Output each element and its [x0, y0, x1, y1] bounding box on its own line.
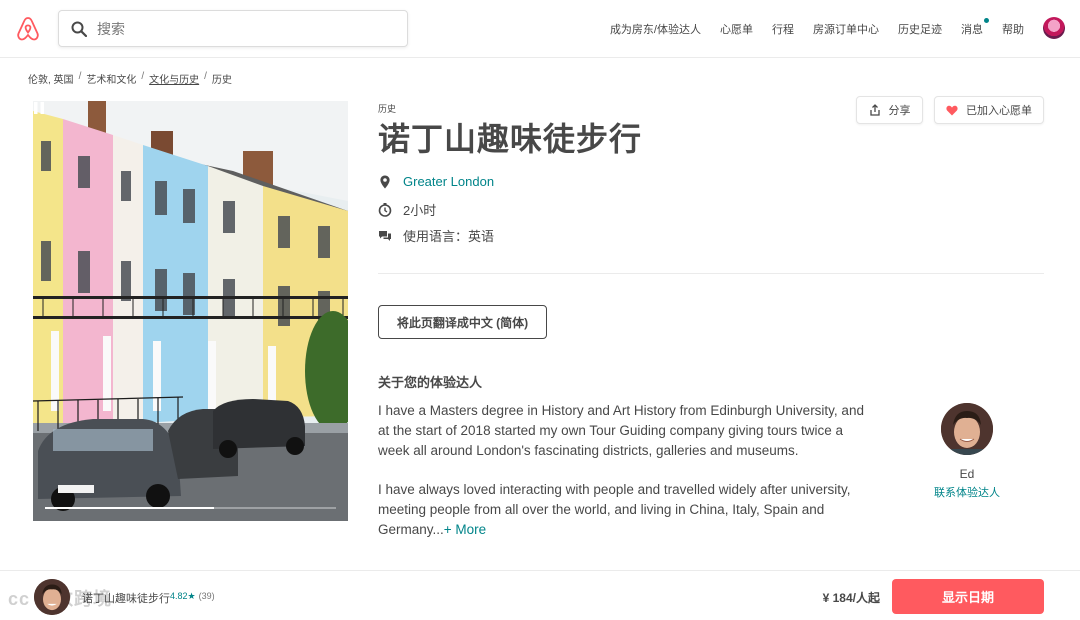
search-input[interactable]	[97, 17, 397, 41]
share-button[interactable]: 分享	[856, 96, 923, 124]
show-dates-button[interactable]: 显示日期	[892, 579, 1044, 614]
share-icon	[869, 104, 880, 116]
search-icon	[71, 21, 87, 37]
search-bar[interactable]	[58, 10, 408, 47]
location-row: Greater London	[378, 174, 494, 189]
video-progress-bar[interactable]	[45, 507, 336, 509]
breadcrumb-item[interactable]: 艺术和文化	[86, 71, 136, 86]
breadcrumb: 伦敦, 英国 / 艺术和文化 / 文化与历史 / 历史	[28, 71, 232, 86]
breadcrumb-item[interactable]: 文化与历史	[149, 71, 199, 86]
breadcrumb-item[interactable]: 伦敦, 英国	[28, 71, 74, 86]
host-bio-paragraph-2: I have always loved interacting with peo…	[378, 480, 868, 540]
airbnb-logo-icon[interactable]	[16, 16, 40, 42]
nav-trips[interactable]: 行程	[772, 21, 794, 37]
user-avatar[interactable]	[1043, 17, 1065, 39]
page-title: 诺丁山趣味徒步行	[378, 121, 643, 157]
host-avatar[interactable]	[941, 403, 993, 455]
nav-become-host[interactable]: 成为房东/体验达人	[610, 21, 701, 37]
language-row: 使用语言：英语	[378, 226, 494, 245]
host-section-heading: 关于您的体验达人	[378, 375, 483, 390]
location-pin-icon	[380, 175, 390, 188]
pause-icon[interactable]	[33, 101, 45, 115]
breadcrumb-separator: /	[204, 71, 207, 82]
nav-reservations[interactable]: 房源订单中心	[813, 21, 879, 37]
breadcrumb-separator: /	[141, 71, 145, 82]
rating-value: 4.82★	[170, 591, 196, 601]
booking-bar-rating: 4.82★ (39)	[170, 591, 215, 602]
translate-button[interactable]: 将此页翻译成中文 (简体)	[378, 305, 547, 339]
nav-messages[interactable]: 消息	[961, 18, 989, 37]
top-header: 成为房东/体验达人 心愿单 行程 房源订单中心 历史足迹 消息 帮助	[0, 0, 1080, 58]
street-houses-image	[33, 101, 348, 521]
breadcrumb-separator: /	[78, 71, 82, 82]
experience-video[interactable]	[33, 101, 348, 521]
heart-icon	[946, 105, 958, 115]
host-bio-paragraph-1: I have a Masters degree in History and A…	[378, 403, 864, 458]
language-text: 使用语言：英语	[403, 229, 495, 244]
video-progress-fill	[45, 507, 214, 509]
price-per-person: ¥ 184/人起	[822, 591, 880, 605]
nav-help[interactable]: 帮助	[1002, 21, 1024, 37]
chat-bubbles-icon	[379, 230, 391, 241]
share-label: 分享	[888, 105, 911, 117]
contact-host-link[interactable]: 联系体验达人	[903, 484, 1031, 500]
unread-dot	[984, 18, 989, 23]
booking-bar: cc 大数跨境 诺丁山趣味徒步行 4.82★ (39) ¥ 184/人起 显示日期	[0, 570, 1080, 620]
duration-row: 2小时	[378, 200, 436, 219]
nav-history[interactable]: 历史足迹	[898, 21, 942, 37]
location-link[interactable]: Greater London	[403, 174, 494, 189]
read-more-link[interactable]: + More	[444, 522, 486, 537]
clock-icon	[378, 202, 392, 217]
breadcrumb-item[interactable]: 历史	[212, 71, 232, 86]
host-photo	[941, 403, 993, 455]
duration-text: 2小时	[403, 203, 437, 218]
wishlist-button[interactable]: 已加入心愿单	[934, 96, 1044, 124]
nav-wishlists[interactable]: 心愿单	[720, 21, 753, 37]
section-divider	[378, 273, 1044, 274]
host-name: Ed	[959, 467, 975, 481]
review-count: (39)	[198, 591, 215, 601]
host-photo-small	[34, 579, 70, 615]
wishlist-label: 已加入心愿单	[966, 105, 1032, 117]
booking-bar-host-avatar	[34, 579, 70, 615]
top-nav: 成为房东/体验达人 心愿单 行程 房源订单中心 历史足迹 消息 帮助	[591, 0, 1024, 58]
booking-bar-title: 诺丁山趣味徒步行	[82, 593, 170, 605]
